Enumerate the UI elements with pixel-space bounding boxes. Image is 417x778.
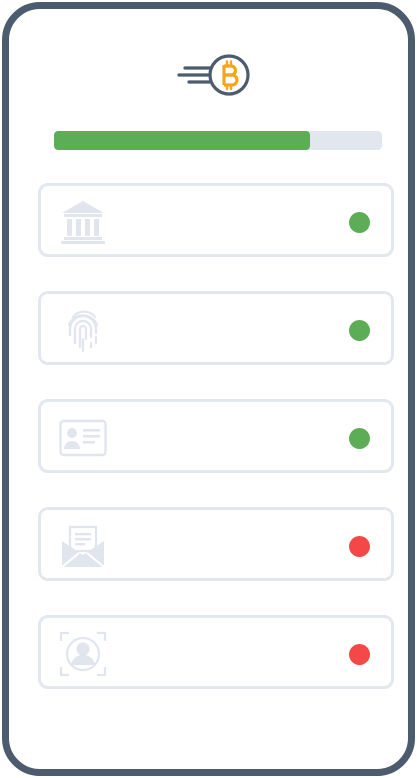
- status-dot-verified: [349, 212, 370, 233]
- verification-progress-bar: [54, 131, 382, 150]
- email-envelope-icon: [61, 525, 105, 568]
- step-card-id-document[interactable]: [38, 399, 394, 473]
- status-dot-pending: [349, 536, 370, 557]
- status-dot-verified: [349, 428, 370, 449]
- bank-icon: [61, 201, 105, 244]
- step-card-fingerprint[interactable]: [38, 291, 394, 365]
- id-card-icon: [59, 419, 107, 457]
- face-scan-icon: [59, 631, 107, 677]
- phone-frame: [2, 2, 415, 776]
- step-card-bank[interactable]: [38, 183, 394, 257]
- status-dot-verified: [349, 320, 370, 341]
- fingerprint-icon: [67, 310, 99, 353]
- status-dot-pending: [349, 644, 370, 665]
- step-card-face-scan[interactable]: [38, 615, 394, 689]
- progress-fill: [54, 131, 310, 150]
- bitcoin-rocket-icon: [177, 54, 250, 96]
- step-card-email[interactable]: [38, 507, 394, 581]
